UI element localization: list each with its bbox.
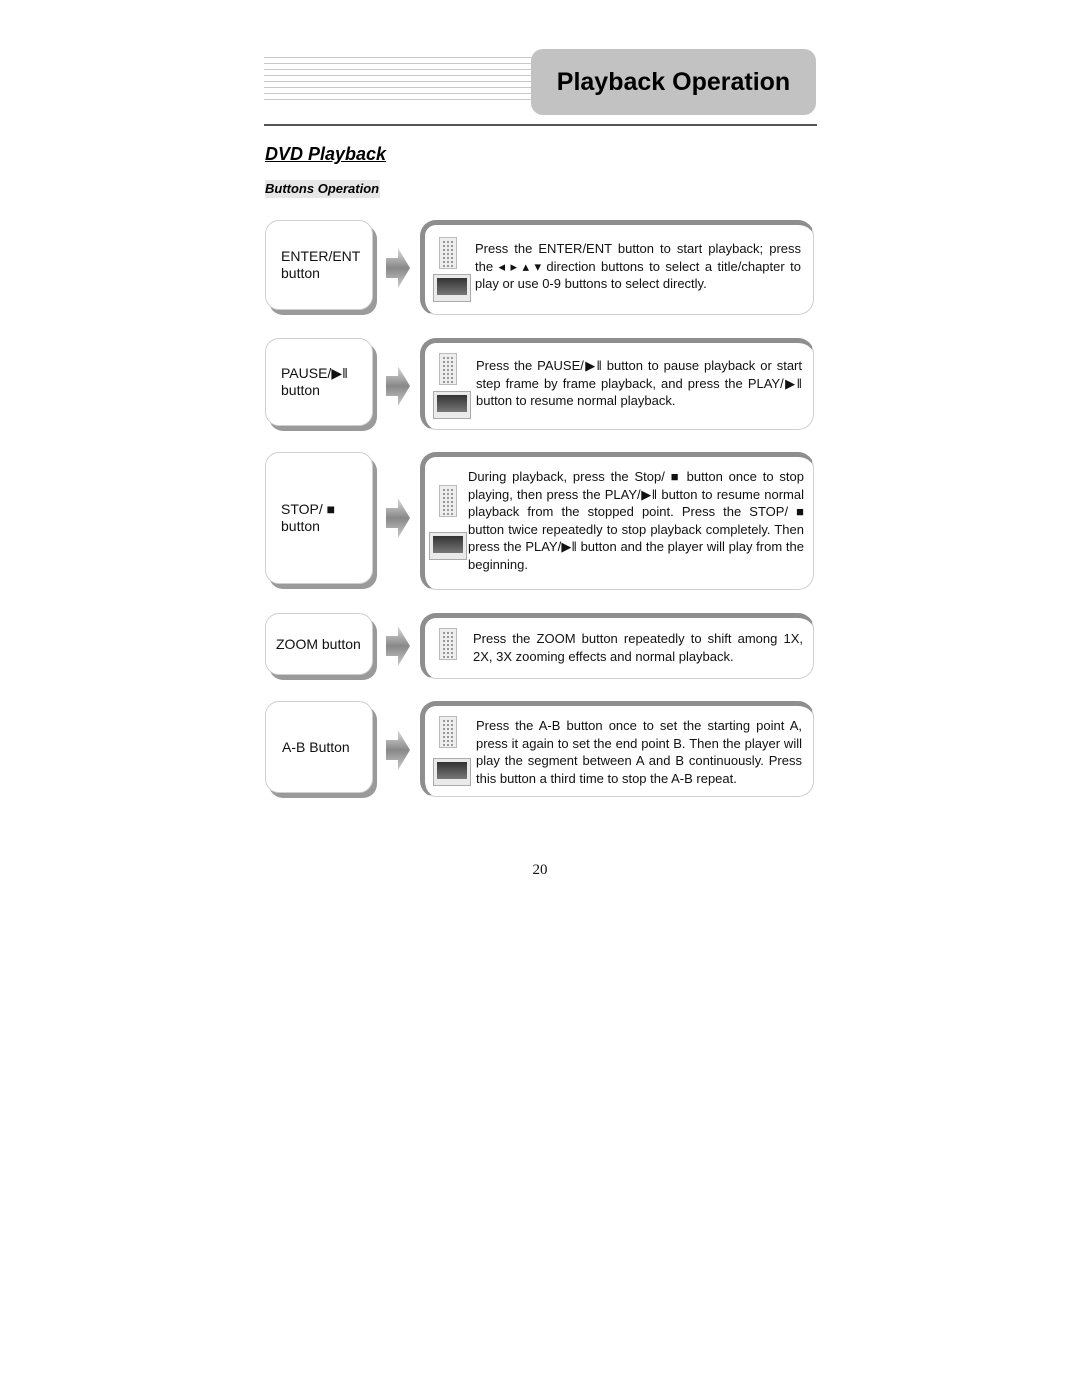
description-box: During playback, press the Stop/ ■ butto…	[420, 452, 814, 590]
arrow-right-icon	[386, 248, 410, 288]
tv-icon	[429, 532, 467, 560]
remote-icon	[439, 628, 457, 660]
description-box: Press the ENTER/ENT button to start play…	[420, 220, 814, 315]
description-text: Press the ZOOM button repeatedly to shif…	[473, 631, 803, 664]
button-label-box: STOP/ ■ button	[265, 452, 373, 584]
tv-icon	[433, 391, 471, 419]
button-label-box: PAUSE/▶‖ button	[265, 338, 373, 426]
subsection-title: Buttons Operation	[265, 180, 381, 198]
tv-icon	[433, 758, 471, 786]
chapter-title: Playback Operation	[556, 67, 791, 96]
button-label-box: ENTER/ENT button	[265, 220, 373, 310]
page-number: 20	[532, 862, 548, 878]
button-label-box: A-B Button	[265, 701, 373, 793]
header-decorative-lines	[264, 57, 536, 107]
arrow-right-icon	[386, 730, 410, 770]
remote-icon	[439, 485, 457, 517]
button-row-pause: PAUSE/▶‖ button Press the PAUSE/▶‖ butto…	[264, 338, 818, 430]
arrow-right-icon	[386, 498, 410, 538]
description-box: Press the PAUSE/▶‖ button to pause playb…	[420, 338, 814, 430]
remote-icon	[439, 237, 457, 269]
button-row-ab: A-B Button Press the A-B button once to …	[264, 701, 818, 797]
description-box: Press the A-B button once to set the sta…	[420, 701, 814, 797]
arrow-right-icon	[386, 626, 410, 666]
description-text: Press the PAUSE/▶‖ button to pause playb…	[476, 358, 802, 409]
description-box: Press the ZOOM button repeatedly to shif…	[420, 613, 814, 679]
button-label: STOP/ ■ button	[281, 501, 336, 534]
button-row-stop: STOP/ ■ button During playback, press th…	[264, 452, 818, 590]
tv-icon	[433, 274, 471, 302]
remote-icon	[439, 716, 457, 748]
description-text: Press the A-B button once to set the sta…	[476, 718, 802, 786]
arrow-right-icon	[386, 366, 410, 406]
button-label-box: ZOOM button	[265, 613, 373, 675]
button-row-zoom: ZOOM button Press the ZOOM button repeat…	[264, 613, 818, 679]
button-label: PAUSE/▶‖ button	[281, 365, 348, 398]
button-label: ZOOM button	[276, 635, 361, 652]
button-label: ENTER/ENT button	[281, 248, 361, 281]
button-label: A-B Button	[282, 738, 350, 755]
header-divider	[264, 124, 817, 126]
section-title: DVD Playback	[265, 144, 387, 164]
description-text: Press the ENTER/ENT button to start play…	[475, 241, 801, 292]
description-text: During playback, press the Stop/ ■ butto…	[468, 469, 804, 572]
button-row-enter: ENTER/ENT button Press the ENTER/ENT but…	[264, 220, 818, 315]
chapter-title-box: Playback Operation	[531, 49, 816, 115]
remote-icon	[439, 353, 457, 385]
